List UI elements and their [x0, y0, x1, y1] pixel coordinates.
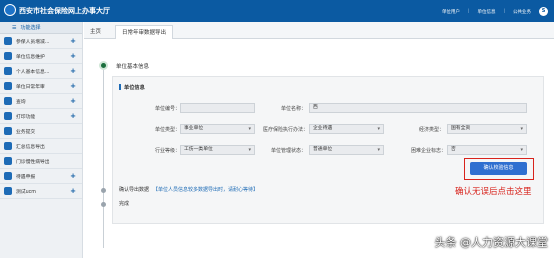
unit-name-label: 单位名称： — [281, 106, 307, 112]
tab-annual-export[interactable]: 日常年审数据导出 — [115, 25, 174, 39]
top-bar: 西安市社会保险网上办事大厅 单位用户 | 单位信息 | 公共业务 S — [0, 0, 554, 22]
med-label: 医疗保险执行办法： — [263, 127, 309, 133]
unit-code-label: 单位编号： — [155, 106, 181, 112]
unit-type-label: 单位类型： — [155, 127, 181, 133]
menu-public[interactable]: 公共业务 — [513, 9, 531, 15]
gear-icon — [4, 187, 12, 195]
step-line — [103, 68, 104, 248]
expand-icon[interactable]: + — [70, 187, 76, 195]
app-title: 西安市社会保险网上办事大厅 — [19, 7, 110, 15]
industry-select[interactable]: 工伤一类单位 — [180, 145, 255, 155]
panel-title: 单位信息 — [119, 84, 145, 91]
export-icon — [4, 142, 12, 150]
expand-icon[interactable]: + — [70, 172, 76, 180]
sidebar-item-chronic-export[interactable]: 门诊慢性病导出 — [0, 154, 82, 169]
expand-icon[interactable]: + — [70, 112, 76, 120]
unit-name-field[interactable]: 西 — [309, 103, 527, 113]
avatar[interactable]: S — [539, 7, 548, 16]
users-icon — [4, 37, 12, 45]
main-content: 单位基本信息 单位信息 单位编号： 单位名称： 西 单位类型： 事业单位 医疗保… — [84, 40, 554, 258]
watermark: 头条 @人力资源大课堂 — [434, 236, 549, 249]
top-right-menu: 单位用户 | 单位信息 | 公共业务 S — [442, 7, 548, 16]
sidebar: ☰ 功能选择 参保人员增减… + 单位信息维护 + 个人基本信息… + 单位日常年审 +… — [0, 22, 83, 258]
mgmt-select[interactable]: 普通单位 — [309, 145, 384, 155]
poor-label: 困难企业标志： — [411, 148, 447, 154]
user-icon — [4, 67, 12, 75]
building-icon — [4, 52, 12, 60]
sidebar-item-test[interactable]: 测试ucm + — [0, 184, 82, 199]
export-icon — [4, 157, 12, 165]
step2-hint: 【单位人员信息较多数据导出时，请耐心等待】 — [153, 187, 259, 193]
logo — [4, 4, 16, 16]
step2-row: 确认导出数据 【单位人员信息较多数据导出时，请耐心等待】 — [119, 186, 258, 193]
upload-icon — [4, 127, 12, 135]
document-icon — [4, 172, 12, 180]
menu-icon: ☰ — [12, 24, 17, 31]
sidebar-header-label: 功能选择 — [20, 25, 41, 31]
print-icon — [4, 112, 12, 120]
sidebar-item-query[interactable]: 查询 + — [0, 94, 82, 109]
industry-label: 行业等级： — [155, 148, 181, 154]
user-label[interactable]: 单位用户 — [442, 9, 460, 15]
sidebar-item-summary-export[interactable]: 汇总信息导出 — [0, 139, 82, 154]
econ-select[interactable]: 国有全资 — [447, 124, 527, 134]
step1-title: 单位基本信息 — [116, 64, 150, 70]
step2-icon — [101, 188, 106, 193]
calendar-icon — [4, 82, 12, 90]
sidebar-item-annual-review[interactable]: 单位日常年审 + — [0, 79, 82, 94]
step3-icon — [101, 202, 106, 207]
poor-select[interactable]: 否 — [447, 145, 527, 155]
confirm-check-button[interactable]: 确认校验信息 — [470, 162, 527, 175]
highlight-box: 确认校验信息 — [464, 158, 534, 180]
tab-home[interactable]: 主页 — [84, 25, 107, 39]
step2-title: 确认导出数据 — [119, 187, 150, 193]
sidebar-item-unit-maintain[interactable]: 单位信息维护 + — [0, 49, 82, 64]
step-active-icon — [99, 61, 108, 70]
expand-icon[interactable]: + — [70, 97, 76, 105]
expand-icon[interactable]: + — [70, 37, 76, 45]
expand-icon[interactable]: + — [70, 82, 76, 90]
mgmt-label: 单位管理状态： — [271, 148, 307, 154]
sidebar-item-print[interactable]: 打印功能 + — [0, 109, 82, 124]
unit-code-field[interactable] — [180, 103, 255, 113]
tab-bar: 主页 日常年审数据导出 — [84, 22, 554, 39]
econ-label: 经济类型： — [419, 127, 445, 133]
sidebar-item-personal-info[interactable]: 个人基本信息… + — [0, 64, 82, 79]
search-icon — [4, 97, 12, 105]
unit-type-select[interactable]: 事业单位 — [180, 124, 255, 134]
sidebar-item-benefit[interactable]: 待遇申报 + — [0, 169, 82, 184]
sidebar-item-submit[interactable]: 业务提交 — [0, 124, 82, 139]
menu-unit-info[interactable]: 单位信息 — [477, 9, 495, 15]
med-select[interactable]: 企业待遇 — [309, 124, 384, 134]
annotation-note: 确认无误后点击这里 — [455, 187, 532, 197]
expand-icon[interactable]: + — [70, 67, 76, 75]
sidebar-header: ☰ 功能选择 — [0, 22, 82, 34]
unit-info-panel: 单位信息 单位编号： 单位名称： 西 单位类型： 事业单位 医疗保险执行办法： … — [112, 76, 544, 224]
sidebar-item-personnel-change[interactable]: 参保人员增减… + — [0, 34, 82, 49]
step3-title: 完成 — [119, 201, 130, 207]
expand-icon[interactable]: + — [70, 52, 76, 60]
